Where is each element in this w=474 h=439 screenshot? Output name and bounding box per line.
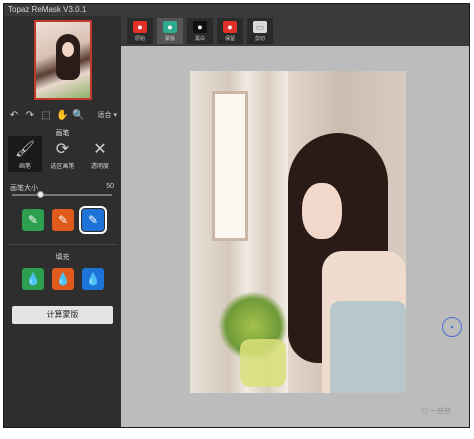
view-tabs: ● 原始 ● 蒙版 ● 黑白 ● 保留 ▭ 剪切 xyxy=(121,16,469,46)
tab-label: 蒙版 xyxy=(164,35,175,42)
fill-section-label: 填充 xyxy=(55,254,70,261)
brush-button-label: 画笔 xyxy=(18,164,31,170)
apple-red-icon: ● xyxy=(223,20,237,33)
redo-icon[interactable]: ↷ xyxy=(24,110,36,121)
apple-icon: ● xyxy=(133,20,147,33)
thumbnail-preview[interactable] xyxy=(34,20,92,100)
watermark: ◎ 一些些 xyxy=(421,408,451,415)
mask-icon: ● xyxy=(163,20,177,33)
brush-icon: 🖌 xyxy=(14,141,36,158)
tab-label: 原始 xyxy=(134,35,145,42)
brush-blue-icon: ✎ xyxy=(87,213,99,227)
hand-icon[interactable]: ✋ xyxy=(56,110,68,121)
app-title: Topaz ReMask V3.0.1 xyxy=(8,5,87,14)
brush-size-row: 画笔大小 50 xyxy=(10,183,114,193)
fill-drop-blue-icon: 💧 xyxy=(85,272,101,286)
brush-green-icon: ✎ xyxy=(27,213,39,227)
brush-cursor-center xyxy=(451,326,453,328)
brush-size-value: 50 xyxy=(106,183,114,190)
fill-drop-orange-icon: 💧 xyxy=(55,272,71,286)
tab-label: 黑白 xyxy=(194,35,205,42)
brush-size-slider-knob[interactable] xyxy=(36,191,44,198)
tab-mask[interactable]: ● 蒙版 xyxy=(157,18,183,44)
selection-brush-button[interactable]: ⟳ 选区画笔 xyxy=(46,136,80,172)
fill-drop-button[interactable]: 💧 xyxy=(52,268,74,290)
apple-black-icon: ● xyxy=(193,20,207,33)
tab-keep[interactable]: ● 保留 xyxy=(217,18,243,44)
fill-keep-button[interactable]: 💧 xyxy=(22,268,44,290)
fill-compute-button[interactable]: 💧 xyxy=(82,268,104,290)
image-canvas[interactable]: ◎ 一些些 xyxy=(121,46,469,427)
selection-brush-label: 选区画笔 xyxy=(50,164,75,170)
tab-label: 保留 xyxy=(224,35,235,42)
tab-label: 剪切 xyxy=(254,35,265,42)
brush-size-label: 画笔大小 xyxy=(10,185,38,192)
fill-drop-green-icon: 💧 xyxy=(25,272,41,286)
tool-row: ↶ ↷ ⬚ ✋ 🔍 适合 ▾ xyxy=(8,108,117,122)
tab-original[interactable]: ● 原始 xyxy=(127,18,153,44)
tab-black-white[interactable]: ● 黑白 xyxy=(187,18,213,44)
tab-cutout[interactable]: ▭ 剪切 xyxy=(247,18,273,44)
blank-image-icon: ▭ xyxy=(253,20,267,33)
brush-size-slider[interactable] xyxy=(12,194,112,196)
main-photo[interactable] xyxy=(190,71,406,393)
brush-buttons: 🖌 画笔 ⟳ 选区画笔 ✕ 透明度 xyxy=(8,136,117,180)
select-rect-icon[interactable]: ⬚ xyxy=(40,110,52,121)
thumbnail-image xyxy=(36,22,90,98)
brush-orange-icon: ✎ xyxy=(57,213,69,227)
drop-brush-button[interactable]: ✎ xyxy=(52,209,74,231)
sidebar: ↶ ↷ ⬚ ✋ 🔍 适合 ▾ 画笔 🖌 画笔 ⟳ 选区画笔 ✕ 透明度 画笔大小 xyxy=(4,16,121,427)
transparency-brush-button[interactable]: ✕ 透明度 xyxy=(83,136,117,172)
divider xyxy=(8,244,117,245)
app-window: Topaz ReMask V3.0.1 ↶ ↷ ⬚ ✋ 🔍 适合 ▾ 画笔 🖌 … xyxy=(3,3,470,428)
zoom-icon[interactable]: 🔍 xyxy=(72,110,84,121)
zoom-dropdown[interactable]: 适合 ▾ xyxy=(98,110,117,120)
selection-brush-icon: ⟳ xyxy=(55,141,70,158)
undo-icon[interactable]: ↶ xyxy=(8,110,20,121)
transparency-brush-label: 透明度 xyxy=(90,164,109,170)
cross-brush-icon: ✕ xyxy=(93,141,107,158)
title-bar: Topaz ReMask V3.0.1 xyxy=(4,4,469,16)
brush-button[interactable]: 🖌 画笔 xyxy=(8,136,42,172)
compute-brush-button[interactable]: ✎ xyxy=(79,206,107,234)
keep-brush-button[interactable]: ✎ xyxy=(22,209,44,231)
compute-mask-button[interactable]: 计算蒙版 xyxy=(12,306,113,324)
